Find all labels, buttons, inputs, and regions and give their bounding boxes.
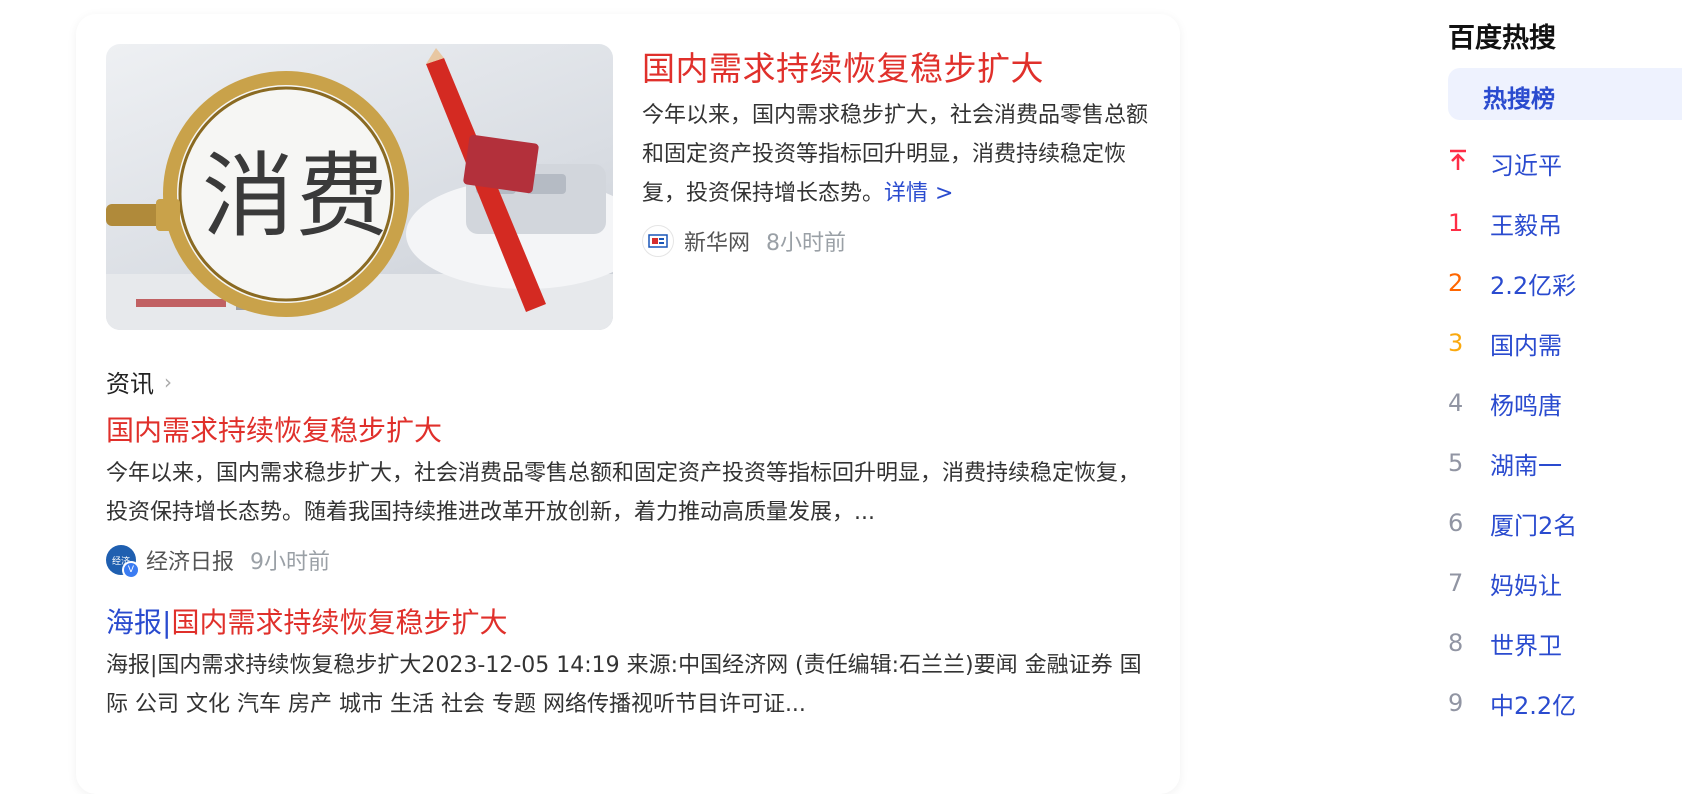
hot-item[interactable]: 2 2.2亿彩 <box>1448 263 1576 303</box>
section-news-header[interactable]: 资讯 › <box>106 364 172 399</box>
publish-time: 9小时前 <box>250 550 331 575</box>
hot-item[interactable]: 6 厦门2名 <box>1448 503 1577 543</box>
hot-item-text: 杨鸣唐 <box>1490 391 1562 420</box>
hot-item-text: 国内需 <box>1490 331 1562 360</box>
hot-item[interactable]: 9 中2.2亿 <box>1448 683 1576 723</box>
top-news-summary: 今年以来，国内需求稳步扩大，社会消费品零售总额和固定资产投资等指标回升明显，消费… <box>642 96 1154 213</box>
title-text: 国内需求持续恢复稳步扩大 <box>171 606 508 639</box>
hot-item-text: 习近平 <box>1490 151 1562 180</box>
xinhua-logo-icon <box>642 225 674 257</box>
hot-rank: 5 <box>1448 449 1464 477</box>
hot-rank: 9 <box>1448 689 1464 717</box>
top-news-source: 新华网 8小时前 <box>642 225 846 257</box>
thumbnail-caption: 消费 <box>202 143 391 250</box>
chevron-right-icon: › <box>164 369 172 394</box>
tab-hot-list[interactable]: 热搜榜 <box>1448 68 1682 120</box>
hot-rank: 7 <box>1448 569 1464 597</box>
news-item-desc: 海报|国内需求持续恢复稳步扩大2023-12-05 14:19 来源:中国经济网… <box>106 653 1142 717</box>
hot-item[interactable]: 3 国内需 <box>1448 323 1562 363</box>
source-name[interactable]: 经济日报 <box>146 544 234 576</box>
hot-item-text: 厦门2名 <box>1490 511 1578 540</box>
hot-item-text: 王毅吊 <box>1490 211 1562 240</box>
verified-badge-icon: V <box>122 561 140 579</box>
jingji-ribao-logo-icon: 经济 V <box>106 545 140 579</box>
hot-item-text: 湖南一 <box>1490 451 1562 480</box>
hot-item-text: 妈妈让 <box>1490 571 1562 600</box>
news-item-desc: 今年以来，国内需求稳步扩大，社会消费品零售总额和固定资产投资等指标回升明显，消费… <box>106 461 1141 525</box>
news-thumbnail[interactable]: 消费 <box>106 44 613 330</box>
hot-item[interactable]: 4 杨鸣唐 <box>1448 383 1562 423</box>
hot-item-text: 2.2亿彩 <box>1490 271 1577 300</box>
news-item-source: 经济 V 经济日报 9小时前 <box>106 544 331 579</box>
news-item-title[interactable]: 海报|国内需求持续恢复稳步扩大 <box>106 601 507 641</box>
hot-rank: 4 <box>1448 389 1464 417</box>
hot-item[interactable]: 8 世界卫 <box>1448 623 1562 663</box>
hot-rank: 1 <box>1448 209 1464 237</box>
tab-label: 热搜榜 <box>1483 85 1555 113</box>
hot-search-title: 百度热搜 <box>1448 23 1556 54</box>
hot-rank: 8 <box>1448 629 1464 657</box>
details-link[interactable]: 详情 > <box>884 181 953 206</box>
pinned-top-icon <box>1448 149 1490 177</box>
hot-rank: 2 <box>1448 269 1464 297</box>
hot-rank: 3 <box>1448 329 1464 357</box>
top-news-title[interactable]: 国内需求持续恢复稳步扩大 <box>642 42 1044 90</box>
hot-item-text: 世界卫 <box>1490 631 1562 660</box>
news-item-title[interactable]: 国内需求持续恢复稳步扩大 <box>106 409 442 449</box>
publish-time: 8小时前 <box>766 231 847 256</box>
hot-item-pinned[interactable]: 习近平 <box>1448 143 1562 183</box>
hot-item-text: 中2.2亿 <box>1490 691 1577 720</box>
source-name[interactable]: 新华网 <box>684 225 750 257</box>
hot-item[interactable]: 7 妈妈让 <box>1448 563 1562 603</box>
section-label: 资讯 <box>106 370 154 398</box>
hot-item[interactable]: 1 王毅吊 <box>1448 203 1562 243</box>
hot-rank: 6 <box>1448 509 1464 537</box>
hot-item[interactable]: 5 湖南一 <box>1448 443 1562 483</box>
title-prefix: 海报| <box>106 606 172 639</box>
